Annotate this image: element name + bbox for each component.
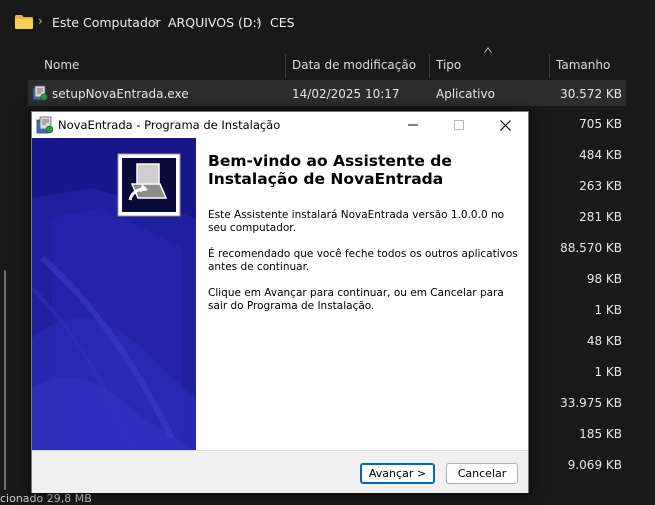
status-bar-text: cionado 29,8 MB	[0, 492, 92, 505]
file-size: 30.572 KB	[560, 87, 622, 101]
instructions-paragraph: Clique em Avançar para continuar, ou em …	[208, 287, 504, 312]
chevron-right-icon: ›	[256, 14, 261, 28]
chevron-right-icon: ›	[38, 14, 43, 28]
installer-app-icon	[36, 116, 54, 134]
list-item-size: 98 KB	[586, 272, 622, 286]
column-divider[interactable]	[429, 54, 430, 78]
list-item-size: 1 KB	[594, 365, 622, 379]
installer-exe-icon	[32, 85, 48, 101]
list-item-size: 33.975 KB	[560, 396, 622, 410]
close-apps-paragraph: É recomendado que você feche todos os ou…	[208, 248, 518, 273]
breadcrumb-item-drive[interactable]: ARQUIVOS (D:)	[168, 15, 262, 30]
address-breadcrumb: › Este Computador › ARQUIVOS (D:) › CES	[0, 0, 655, 44]
list-item-size: 705 KB	[579, 117, 622, 131]
close-button[interactable]	[482, 112, 528, 138]
list-item-size: 9.069 KB	[567, 458, 622, 472]
next-button[interactable]: Avançar >	[360, 463, 435, 484]
nav-pane-scrollbar[interactable]	[4, 270, 6, 490]
installer-dialog: NovaEntrada - Programa de Instalação Bem…	[31, 111, 529, 493]
dialog-titlebar[interactable]: NovaEntrada - Programa de Instalação	[32, 112, 528, 138]
column-header-modified[interactable]: Data de modificação	[292, 58, 416, 72]
column-divider[interactable]	[549, 54, 550, 78]
file-row-selected[interactable]: setupNovaEntrada.exe 14/02/2025 10:17 Ap…	[28, 80, 626, 106]
intro-paragraph: Este Assistente instalará NovaEntrada ve…	[208, 209, 505, 234]
breadcrumb-item-computer[interactable]: Este Computador	[52, 15, 161, 30]
list-item-size: 88.570 KB	[560, 241, 622, 255]
file-name: setupNovaEntrada.exe	[52, 87, 189, 101]
column-header-name[interactable]: Nome	[44, 58, 79, 72]
breadcrumb-item-folder[interactable]: CES	[270, 15, 295, 30]
folder-icon	[15, 15, 33, 29]
dialog-title: NovaEntrada - Programa de Instalação	[58, 118, 281, 132]
maximize-icon	[454, 120, 464, 130]
maximize-button	[436, 112, 482, 138]
close-icon	[499, 119, 511, 131]
list-item-size: 48 KB	[586, 334, 622, 348]
column-divider[interactable]	[285, 54, 286, 78]
column-header-size[interactable]: Tamanho	[556, 58, 610, 72]
list-item-size: 281 KB	[579, 210, 622, 224]
wizard-banner-image	[32, 138, 196, 450]
list-item-size: 484 KB	[579, 148, 622, 162]
wizard-footer: Avançar > Cancelar	[32, 450, 528, 493]
column-header-type[interactable]: Tipo	[436, 58, 461, 72]
chevron-right-icon: ›	[154, 14, 159, 28]
file-type: Aplicativo	[436, 87, 495, 101]
minimize-button[interactable]	[390, 112, 436, 138]
list-item-size: 185 KB	[579, 427, 622, 441]
welcome-heading: Bem-vindo ao Assistente de Instalação de…	[208, 152, 452, 188]
cancel-button[interactable]: Cancelar	[446, 463, 518, 484]
column-headers: Nome Data de modificação Tipo Tamanho	[0, 50, 655, 78]
minimize-icon	[408, 124, 418, 126]
wizard-content: Bem-vindo ao Assistente de Instalação de…	[196, 138, 528, 450]
list-item-size: 263 KB	[579, 179, 622, 193]
list-item-size: 1 KB	[594, 303, 622, 317]
file-modified: 14/02/2025 10:17	[292, 87, 400, 101]
